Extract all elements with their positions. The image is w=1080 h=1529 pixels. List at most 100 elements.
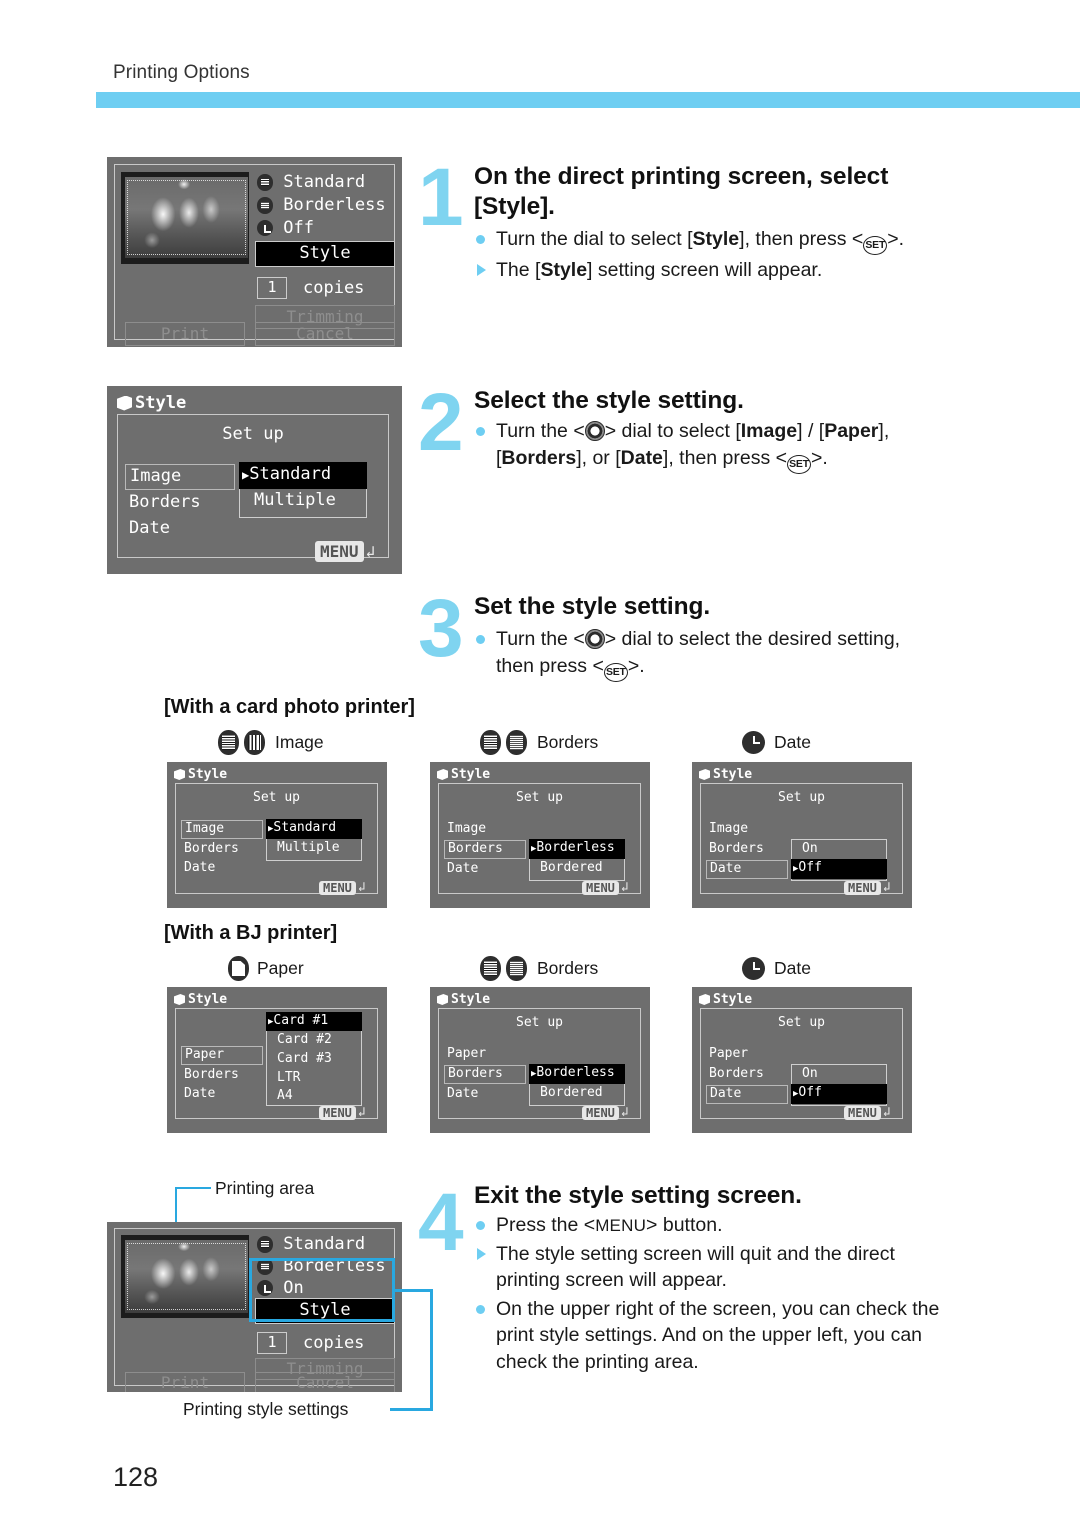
- menu-return-button[interactable]: MENU ↲: [844, 1105, 891, 1120]
- style-icon: [437, 994, 448, 1005]
- menu-item-paper[interactable]: Paper: [447, 1046, 486, 1061]
- screen-title-text: Style: [713, 992, 753, 1007]
- menu-item-paper[interactable]: Paper: [181, 1046, 263, 1065]
- menu-item-image[interactable]: Image: [125, 464, 235, 490]
- menu-item-date[interactable]: Date: [706, 1085, 788, 1104]
- setup-label: Set up: [222, 424, 284, 444]
- option-off[interactable]: ▶Off: [791, 859, 887, 879]
- style-icon: [117, 395, 132, 411]
- clock-icon: [742, 731, 765, 754]
- option-on[interactable]: On: [802, 1066, 818, 1081]
- setup-label: Set up: [253, 790, 300, 805]
- photo-thumbnail: [121, 172, 249, 264]
- menu-item-paper[interactable]: Paper: [709, 1046, 748, 1061]
- copies-value[interactable]: 1: [257, 277, 287, 299]
- menu-button-label: MENU: [844, 1105, 881, 1120]
- return-arrow-icon: ↲: [357, 880, 366, 895]
- option-a4[interactable]: A4: [277, 1088, 293, 1103]
- fine-printer-icon: [506, 730, 527, 755]
- menu-item-date[interactable]: Date: [129, 518, 170, 538]
- menu-return-button[interactable]: MENU ↲: [315, 541, 375, 562]
- option-bordered[interactable]: Bordered: [540, 860, 603, 875]
- menu-item-borders[interactable]: Borders: [444, 840, 526, 859]
- setting-label: Standard: [283, 172, 366, 192]
- option-on[interactable]: On: [802, 841, 818, 856]
- copies-value[interactable]: 1: [257, 1332, 287, 1354]
- menu-item-borders[interactable]: Borders: [129, 492, 201, 512]
- print-button[interactable]: Print: [125, 322, 245, 346]
- option-label: Off: [798, 1085, 822, 1100]
- option-label: Off: [798, 860, 822, 875]
- style-settings-callout-line-v: [430, 1289, 433, 1411]
- menu-item-borders[interactable]: Borders: [184, 841, 239, 856]
- option-bordered[interactable]: Bordered: [540, 1085, 603, 1100]
- menu-item-borders[interactable]: Borders: [444, 1065, 526, 1084]
- step-4-title: Exit the style setting screen.: [474, 1182, 802, 1209]
- lcd-card-image-screen: Style Set up Image Borders Date ▶Standar…: [167, 762, 387, 908]
- option-borderless[interactable]: ▶Borderless: [529, 839, 625, 859]
- print-button[interactable]: Print: [125, 1372, 245, 1392]
- menu-item-date[interactable]: Date: [184, 860, 215, 875]
- cancel-button[interactable]: Cancel: [255, 322, 395, 346]
- hatch-printer-icon: [257, 197, 273, 214]
- option-label: Standard: [273, 820, 337, 835]
- column-label: Image: [275, 732, 324, 752]
- cancel-button[interactable]: Cancel: [255, 1372, 395, 1392]
- printing-style-settings-label: Printing style settings: [183, 1399, 349, 1419]
- menu-button-label: MENU: [582, 1105, 619, 1120]
- menu-item-date[interactable]: Date: [447, 1086, 478, 1101]
- lcd-bj-paper-screen: Style Paper Borders Date ▶Card #1 Card #…: [167, 987, 387, 1133]
- bj-printer-heading: [With a BJ printer]: [164, 922, 338, 944]
- card-col-date-caption: Date: [742, 731, 811, 754]
- card-col-borders-caption: Borders: [480, 730, 598, 755]
- setup-label: Set up: [516, 1015, 563, 1030]
- menu-item-date[interactable]: Date: [447, 861, 478, 876]
- style-icon: [174, 994, 185, 1005]
- option-label: Card #1: [273, 1013, 329, 1028]
- menu-button-label: MENU: [319, 1105, 356, 1120]
- return-arrow-icon: ↲: [365, 542, 376, 561]
- step-3-title: Set the style setting.: [474, 593, 711, 620]
- option-standard[interactable]: ▶Standard: [266, 819, 362, 839]
- option-card3[interactable]: Card #3: [277, 1051, 332, 1066]
- option-card2[interactable]: Card #2: [277, 1032, 332, 1047]
- dots-printer-icon: [480, 956, 501, 981]
- option-standard[interactable]: ▶Standard: [239, 462, 367, 489]
- menu-item-image[interactable]: Image: [181, 820, 263, 839]
- step-1-title: On the direct printing screen, select [St…: [474, 163, 889, 220]
- option-off[interactable]: ▶Off: [791, 1084, 887, 1104]
- menu-item-date[interactable]: Date: [706, 860, 788, 879]
- menu-item-borders[interactable]: Borders: [184, 1067, 239, 1082]
- step-4-number: 4: [418, 1177, 464, 1268]
- option-card1[interactable]: ▶Card #1: [266, 1012, 362, 1031]
- menu-item-borders[interactable]: Borders: [709, 1066, 764, 1081]
- menu-item-date[interactable]: Date: [184, 1086, 215, 1101]
- menu-return-button[interactable]: MENU ↲: [582, 880, 629, 895]
- printing-style-settings-highlight: [249, 1258, 395, 1322]
- menu-return-button[interactable]: MENU ↲: [844, 880, 891, 895]
- dial-icon: [584, 421, 605, 441]
- menu-item-image[interactable]: Image: [447, 821, 486, 836]
- step-1-bullet-2: The [Style] setting screen will appear.: [474, 257, 994, 284]
- clock-icon: [742, 957, 765, 980]
- dots-printer-icon: [257, 174, 273, 191]
- menu-item-borders[interactable]: Borders: [709, 841, 764, 856]
- style-settings-callout-line-h2: [390, 1408, 433, 1411]
- return-arrow-icon: ↲: [620, 880, 629, 895]
- style-button[interactable]: Style: [255, 241, 395, 267]
- option-multiple[interactable]: Multiple: [254, 490, 336, 510]
- option-borderless[interactable]: ▶Borderless: [529, 1064, 625, 1084]
- column-label: Date: [774, 958, 811, 978]
- step-4-bullet-3: On the upper right of the screen, you ca…: [474, 1296, 984, 1376]
- menu-return-button[interactable]: MENU ↲: [319, 1105, 366, 1120]
- setting-label: Borderless: [283, 195, 386, 215]
- option-multiple[interactable]: Multiple: [277, 840, 340, 855]
- menu-button-text: MENU: [595, 1216, 647, 1235]
- menu-item-image[interactable]: Image: [709, 821, 748, 836]
- lcd-bj-borders-screen: Style Set up Paper Borders Date ▶Borderl…: [430, 987, 650, 1133]
- menu-return-button[interactable]: MENU ↲: [319, 880, 366, 895]
- screen-title: Style: [174, 992, 227, 1007]
- menu-button-label: MENU: [315, 541, 364, 562]
- option-ltr[interactable]: LTR: [277, 1070, 300, 1085]
- menu-return-button[interactable]: MENU ↲: [582, 1105, 629, 1120]
